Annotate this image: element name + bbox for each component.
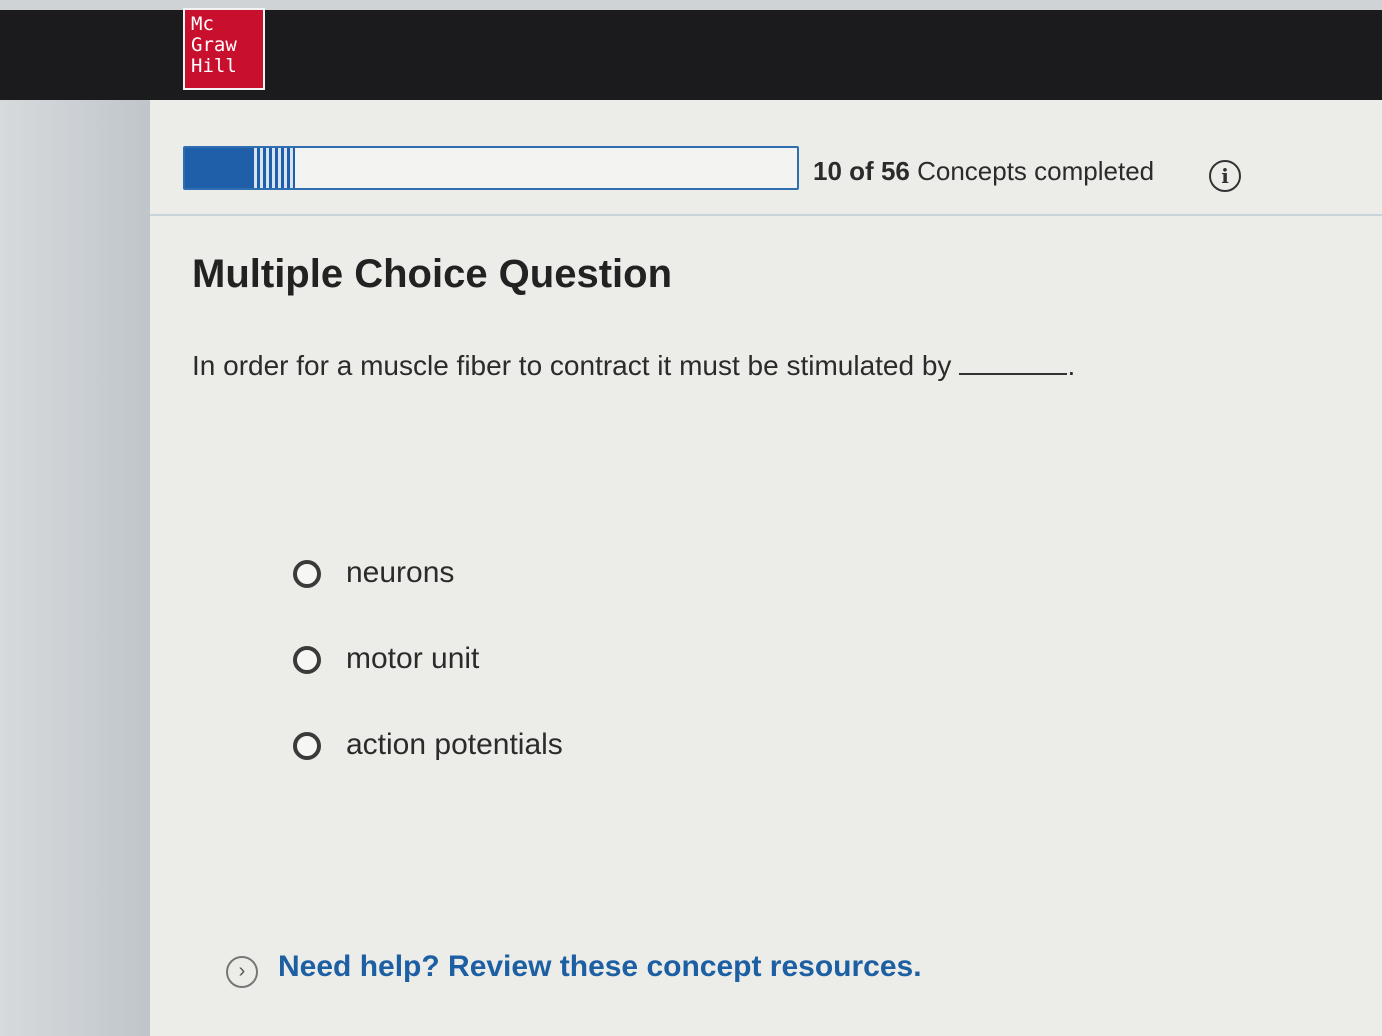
progress-suffix: Concepts completed	[917, 156, 1155, 186]
logo-line-2: Graw	[191, 34, 237, 56]
progress-total: 56	[880, 156, 910, 186]
radio-button[interactable]	[293, 560, 321, 588]
choice-label[interactable]: action potentials	[346, 728, 563, 762]
radio-button[interactable]	[293, 646, 321, 674]
question-prompt: In order for a muscle fiber to contract …	[192, 350, 1075, 382]
info-icon[interactable]: i	[1209, 160, 1241, 192]
progress-bar-fill	[185, 148, 251, 188]
progress-bar	[183, 146, 799, 190]
logo-line-1: Mc	[191, 13, 214, 35]
choice-list: neurons motor unit action potentials	[293, 556, 893, 814]
progress-bar-current	[251, 148, 295, 188]
progress-of: of	[849, 156, 874, 186]
choice-label[interactable]: neurons	[346, 556, 454, 590]
choice-label[interactable]: motor unit	[346, 642, 479, 676]
question-prompt-text: In order for a muscle fiber to contract …	[192, 350, 952, 381]
left-rail	[0, 100, 150, 1036]
radio-button[interactable]	[293, 732, 321, 760]
divider	[150, 214, 1382, 216]
concept-resources-link[interactable]: Need help? Review these concept resource…	[278, 950, 922, 984]
question-heading: Multiple Choice Question	[192, 252, 673, 296]
mcgraw-hill-logo: Mc Graw Hill	[183, 8, 265, 90]
question-prompt-end: .	[1067, 350, 1076, 381]
answer-blank	[959, 351, 1068, 375]
chevron-right-icon[interactable]: ›	[226, 956, 258, 988]
logo-line-3: Hill	[191, 55, 237, 77]
choice-action-potentials[interactable]: action potentials	[293, 728, 893, 814]
progress-row: 10 of 56 Concepts completed i	[183, 146, 1283, 206]
choice-neurons[interactable]: neurons	[293, 556, 893, 642]
progress-text: 10 of 56 Concepts completed	[813, 156, 1154, 187]
choice-motor-unit[interactable]: motor unit	[293, 642, 893, 728]
progress-completed: 10	[813, 156, 842, 186]
